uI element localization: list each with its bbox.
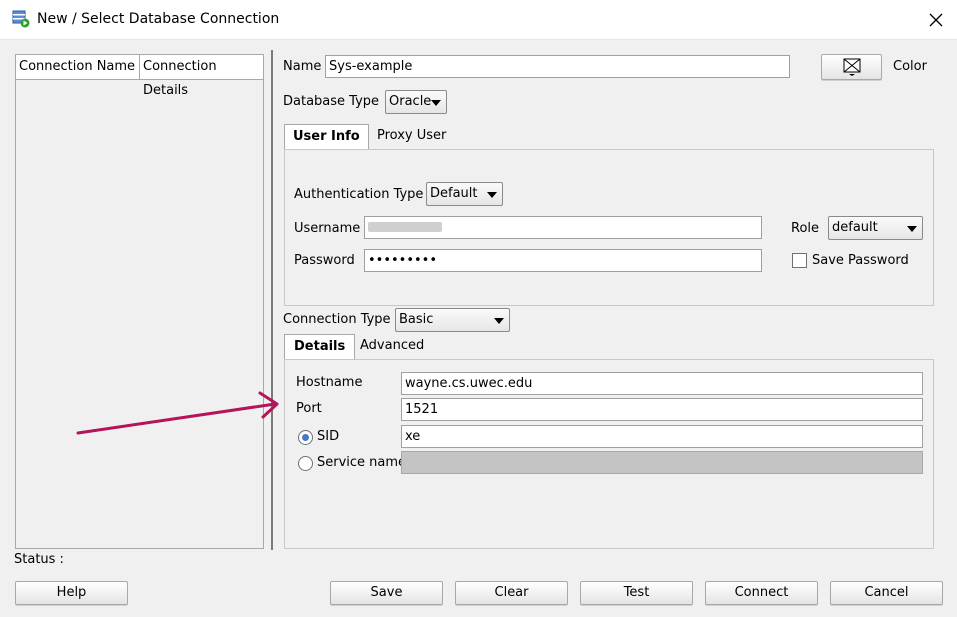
color-swatch-icon <box>843 58 860 76</box>
username-label: Username <box>294 221 361 236</box>
color-label: Color <box>893 59 927 74</box>
annotation-arrow <box>76 391 279 435</box>
tab-proxy-user[interactable]: Proxy User <box>369 124 454 150</box>
connection-type-label: Connection Type <box>283 312 391 327</box>
port-label: Port <box>296 401 322 416</box>
chevron-down-icon <box>431 100 441 106</box>
authentication-type-label: Authentication Type <box>294 187 424 202</box>
name-label: Name <box>283 59 322 74</box>
connect-button[interactable]: Connect <box>705 581 818 605</box>
close-icon <box>929 13 943 27</box>
sid-input[interactable]: xe <box>401 425 923 448</box>
username-input[interactable] <box>364 216 762 239</box>
save-password-label[interactable]: Save Password <box>812 253 909 268</box>
save-password-checkbox[interactable] <box>792 253 807 268</box>
username-redacted <box>368 222 442 232</box>
password-input[interactable]: ••••••••• <box>364 249 762 272</box>
test-button[interactable]: Test <box>580 581 693 605</box>
password-label: Password <box>294 253 355 268</box>
database-type-label: Database Type <box>283 94 380 109</box>
color-picker-button[interactable] <box>821 54 882 80</box>
service-name-radio[interactable] <box>298 456 313 471</box>
authentication-type-value: Default <box>430 186 478 201</box>
authentication-type-select[interactable]: Default <box>426 182 503 206</box>
clear-button[interactable]: Clear <box>455 581 568 605</box>
tab-user-info[interactable]: User Info <box>284 124 369 150</box>
hostname-label: Hostname <box>296 375 363 390</box>
save-button[interactable]: Save <box>330 581 443 605</box>
close-button[interactable] <box>915 4 957 36</box>
column-header-connection-name[interactable]: Connection Name <box>16 55 140 80</box>
name-input[interactable]: Sys-example <box>325 55 790 78</box>
pane-splitter[interactable] <box>271 50 273 550</box>
column-header-connection-details[interactable]: Connection Details <box>140 55 263 98</box>
database-type-value: Oracle <box>389 94 432 109</box>
help-button[interactable]: Help <box>15 581 128 605</box>
chevron-down-icon <box>494 318 504 324</box>
role-value: default <box>832 220 878 235</box>
tab-advanced[interactable]: Advanced <box>352 334 432 360</box>
role-label: Role <box>791 221 820 236</box>
connections-list[interactable]: Connection Name Connection Details <box>15 54 264 549</box>
service-name-label[interactable]: Service name <box>317 455 406 470</box>
cancel-button[interactable]: Cancel <box>830 581 943 605</box>
window-title: New / Select Database Connection <box>37 11 280 27</box>
status-label: Status : <box>14 552 64 567</box>
connection-type-select[interactable]: Basic <box>395 308 510 332</box>
database-type-select[interactable]: Oracle <box>385 90 447 114</box>
service-name-input <box>401 451 923 474</box>
hostname-input[interactable]: wayne.cs.uwec.edu <box>401 372 923 395</box>
role-select[interactable]: default <box>828 216 923 240</box>
tab-details[interactable]: Details <box>284 334 356 360</box>
database-connection-icon <box>12 10 30 28</box>
sid-radio[interactable] <box>298 430 313 445</box>
sid-label[interactable]: SID <box>317 429 339 444</box>
chevron-down-icon <box>907 226 917 232</box>
port-input[interactable]: 1521 <box>401 398 923 421</box>
connection-type-value: Basic <box>399 312 434 327</box>
chevron-down-icon <box>487 192 497 198</box>
